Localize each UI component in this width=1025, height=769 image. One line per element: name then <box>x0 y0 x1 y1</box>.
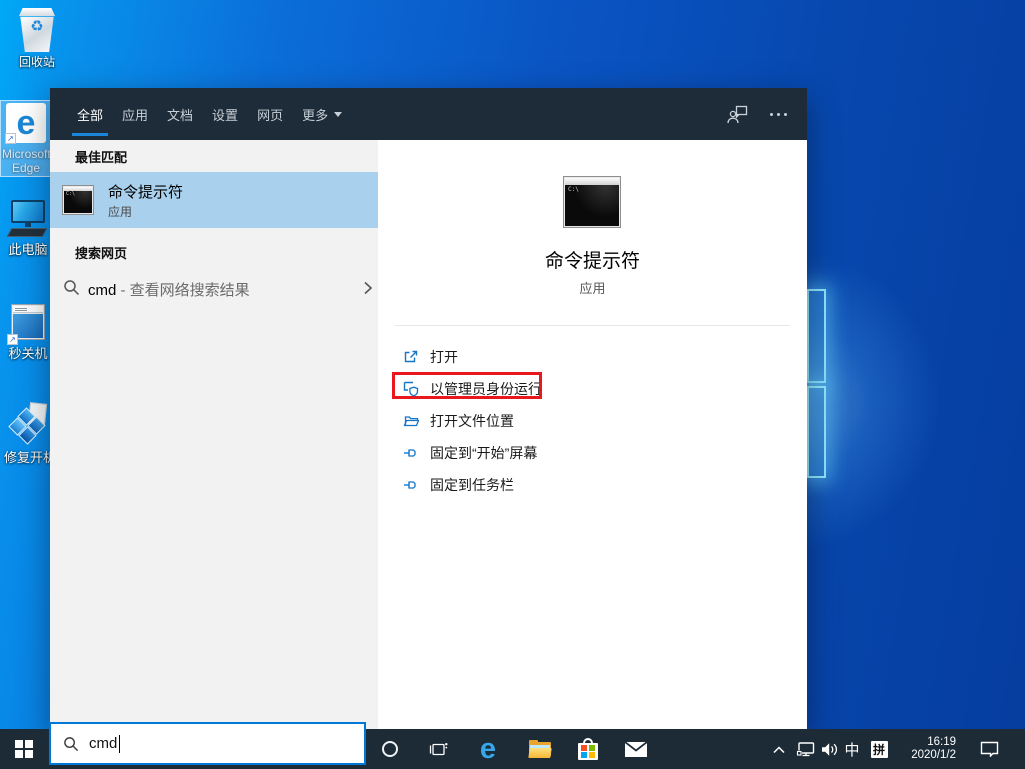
tray-show-hidden-icons[interactable] <box>767 729 791 769</box>
this-pc-icon <box>6 200 49 240</box>
action-center-button[interactable] <box>976 729 1002 769</box>
tray-network[interactable] <box>793 729 817 769</box>
clock-time: 16:19 <box>927 736 956 748</box>
network-icon <box>796 741 814 756</box>
search-results-panel: 最佳匹配 C:\ 命令提示符 应用 搜索网页 cmd - 查看网络搜索结果 <box>50 140 378 729</box>
tab-apps[interactable]: 应用 <box>120 88 150 140</box>
mail-button[interactable] <box>614 729 658 769</box>
shortcut-arrow-icon: ↗ <box>7 334 18 345</box>
search-flyout: 全部 应用 文档 设置 网页 更多 最佳匹配 C:\ 命令提示符 应用 搜索网页… <box>50 88 807 729</box>
search-filter-bar: 全部 应用 文档 设置 网页 更多 <box>50 88 807 140</box>
fix-boot-icon <box>6 402 50 448</box>
edge-icon: e ↗ <box>5 103 46 144</box>
mail-icon <box>625 741 647 757</box>
taskbar-edge-button[interactable]: e <box>466 729 510 769</box>
action-open-file-location[interactable]: 打开文件位置 <box>378 408 807 434</box>
taskbar-search-box[interactable]: cmd <box>49 722 366 765</box>
task-view-icon <box>429 742 447 755</box>
desktop-icon-microsoft-edge[interactable]: e ↗ Microsoft Edge <box>0 100 52 177</box>
tray-clock[interactable]: 16:19 2020/1/2 <box>898 729 956 769</box>
tab-settings[interactable]: 设置 <box>210 88 240 140</box>
detail-subtitle: 应用 <box>579 281 606 296</box>
tray-ime-mode[interactable]: 拼 <box>868 729 890 769</box>
result-title: 命令提示符 <box>108 184 184 201</box>
wallpaper-window-pane <box>807 289 826 383</box>
desktop: ♻ 回收站 e ↗ Microsoft Edge 此电脑 ↗ 秒关机 修复开机 … <box>0 0 1025 769</box>
best-match-header: 最佳匹配 <box>75 150 128 165</box>
desktop-icon-quick-shutdown[interactable]: ↗ 秒关机 <box>4 302 52 361</box>
highlight-red-box <box>392 372 542 399</box>
desktop-icon-label: 回收站 <box>18 55 55 69</box>
chevron-up-icon <box>773 745 785 753</box>
desktop-icon-this-pc[interactable]: 此电脑 <box>4 200 52 257</box>
wallpaper-window-pane <box>807 386 826 478</box>
detail-title: 命令提示符 <box>544 251 640 272</box>
chevron-right-icon[interactable] <box>362 280 374 296</box>
speaker-icon <box>822 742 838 756</box>
start-button[interactable] <box>0 729 48 769</box>
desktop-icon-recycle-bin[interactable]: ♻ 回收站 <box>12 6 62 69</box>
tab-documents[interactable]: 文档 <box>165 88 195 140</box>
windows-logo-icon <box>15 740 33 758</box>
chevron-down-icon <box>334 111 343 117</box>
launch-icon <box>404 350 418 363</box>
action-open[interactable]: 打开 <box>378 344 807 370</box>
result-best-match-command-prompt[interactable]: C:\ 命令提示符 应用 <box>50 172 378 228</box>
cortana-button[interactable] <box>368 729 412 769</box>
task-view-button[interactable] <box>416 729 460 769</box>
search-icon <box>64 280 80 296</box>
search-detail-panel: C:\ 命令提示符 应用 打开 以管理员身份运行 打开文件位置 固定到“开始”屏… <box>378 140 807 729</box>
edge-icon: e <box>479 732 497 765</box>
more-options-icon[interactable] <box>770 112 787 116</box>
file-explorer-icon <box>528 740 552 758</box>
desktop-icon-label: 秒关机 <box>8 346 48 361</box>
search-icon <box>64 736 79 751</box>
divider <box>395 325 790 326</box>
command-prompt-icon: C:\ <box>62 185 94 215</box>
tab-web[interactable]: 网页 <box>255 88 285 140</box>
user-feedback-icon[interactable] <box>727 105 748 124</box>
tray-volume[interactable] <box>818 729 842 769</box>
folder-icon <box>403 416 419 427</box>
quick-shutdown-icon: ↗ <box>7 302 48 345</box>
pin-icon <box>404 449 416 457</box>
web-search-header: 搜索网页 <box>75 246 128 261</box>
shortcut-arrow-icon: ↗ <box>5 133 16 144</box>
file-explorer-button[interactable] <box>518 729 562 769</box>
desktop-icon-fix-boot[interactable]: 修复开机 <box>4 402 57 465</box>
result-subtitle: 应用 <box>108 205 133 219</box>
recycle-bin-icon: ♻ <box>18 6 56 52</box>
action-pin-to-taskbar[interactable]: 固定到任务栏 <box>378 472 807 498</box>
result-web-search-cmd[interactable]: cmd - 查看网络搜索结果 <box>50 268 378 308</box>
text-caret <box>119 734 121 753</box>
desktop-icon-label: 此电脑 <box>8 242 48 257</box>
web-search-text: cmd - 查看网络搜索结果 <box>88 282 250 299</box>
command-prompt-icon-large: C:\ <box>563 176 621 228</box>
microsoft-store-button[interactable] <box>566 729 610 769</box>
pin-icon <box>404 481 416 489</box>
desktop-icon-label: 修复开机 <box>4 450 57 465</box>
search-input-value: cmd <box>89 735 118 752</box>
cortana-icon <box>382 741 398 757</box>
clock-date: 2020/1/2 <box>911 749 956 761</box>
tab-all[interactable]: 全部 <box>72 88 109 140</box>
action-pin-to-start[interactable]: 固定到“开始”屏幕 <box>378 440 807 466</box>
tab-more[interactable]: 更多 <box>300 88 344 140</box>
action-center-icon <box>980 741 998 757</box>
store-icon <box>578 738 598 760</box>
tray-ime-language[interactable]: 中 <box>842 729 862 769</box>
